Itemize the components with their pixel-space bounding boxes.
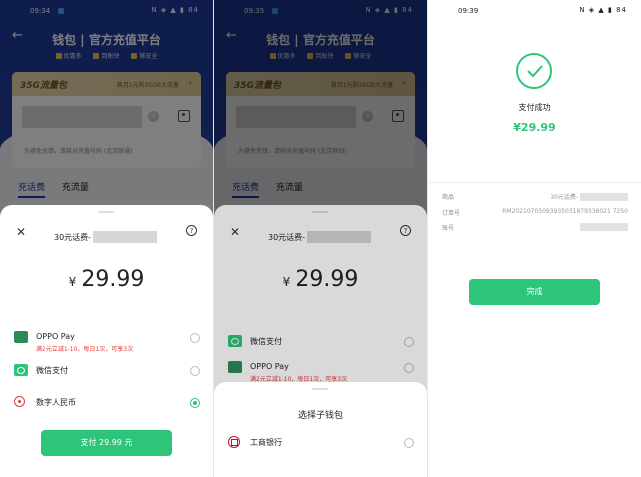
item-name-text: 30元话费-	[54, 233, 92, 242]
result-title: 支付成功	[518, 103, 551, 112]
close-icon[interactable]: ✕	[16, 225, 26, 239]
detail-row-item: 商品 30元话费-	[442, 192, 628, 201]
payment-option-wechat[interactable]: 微信支付	[14, 362, 200, 380]
payment-name: 数字人民币	[36, 398, 76, 407]
radio-icbc[interactable]	[404, 438, 414, 448]
sub-wallet-sheet: 选择子钱包 工商银行	[214, 382, 427, 477]
detail-label: 订单号	[442, 210, 461, 217]
digital-rmb-icon	[14, 396, 25, 407]
result-amount: ¥29.99	[513, 121, 556, 134]
sheet-handle[interactable]	[312, 388, 328, 390]
masked-number	[93, 231, 158, 243]
payment-sheet: ✕ ? 30元话费- ¥ 29.99 OPPO Pay 满2元立减1-10，每日…	[0, 205, 213, 477]
price: ¥ 29.99	[0, 267, 213, 292]
price-currency: ¥	[68, 275, 77, 289]
sheet-title: 选择子钱包	[297, 411, 343, 421]
payment-option-oppo-pay[interactable]: OPPO Pay 满2元立减1-10，每日1次，可享3次	[14, 329, 200, 353]
payment-name: OPPO Pay	[36, 332, 75, 341]
detail-row-account: 账号	[442, 223, 628, 232]
masked-number	[580, 193, 628, 201]
screen-sub-wallet: 09:35 N ◈ ▲ ▮ 84 ← 钱包 | 官方充值平台 优惠多 到账快 够…	[214, 0, 427, 477]
screen-payment-sheet: 09:34 N ◈ ▲ ▮ 84 ← 钱包 | 官方充值平台 优惠多 到账快 够…	[0, 0, 213, 477]
radio-oppo-pay[interactable]	[190, 333, 200, 343]
order-number[interactable]: RM20210705093935031879338021 7250	[502, 208, 628, 215]
divider	[428, 182, 641, 183]
help-icon[interactable]: ?	[186, 225, 197, 236]
item-name: 30元话费-	[54, 231, 158, 243]
status-icons: N ◈ ▲ ▮ 84	[579, 6, 627, 14]
done-button[interactable]: 完成	[469, 279, 600, 305]
sheet-handle[interactable]	[98, 211, 114, 213]
status-time: 09:39	[458, 7, 479, 15]
detail-row-order: 订单号 RM20210705093935031879338021 7250	[442, 208, 628, 217]
screen-payment-success: 09:39 N ◈ ▲ ▮ 84 支付成功 ¥29.99 商品 30元话费- 订…	[428, 0, 641, 477]
detail-label: 商品	[442, 194, 455, 201]
detail-value-text: 30元话费-	[550, 194, 578, 201]
price-amount: 29.99	[81, 267, 145, 292]
masked-account	[580, 223, 628, 231]
radio-digital-rmb[interactable]	[190, 398, 200, 408]
payment-option-digital-rmb[interactable]: 数字人民币	[14, 394, 200, 412]
pay-button[interactable]: 支付 29.99 元	[41, 430, 172, 456]
detail-value: 30元话费-	[550, 192, 628, 201]
wechat-pay-icon	[14, 364, 28, 376]
bank-name: 工商银行	[250, 438, 282, 447]
wallet-option-icbc[interactable]: 工商银行	[228, 434, 414, 452]
payment-name: 微信支付	[36, 366, 68, 375]
success-check-icon	[516, 53, 552, 89]
radio-wechat[interactable]	[190, 366, 200, 376]
oppo-pay-icon	[14, 331, 28, 343]
icbc-bank-icon	[228, 436, 240, 448]
detail-value	[578, 223, 628, 231]
payment-promo: 满2元立减1-10，每日1次，可享3次	[36, 346, 134, 353]
detail-label: 账号	[442, 225, 455, 232]
